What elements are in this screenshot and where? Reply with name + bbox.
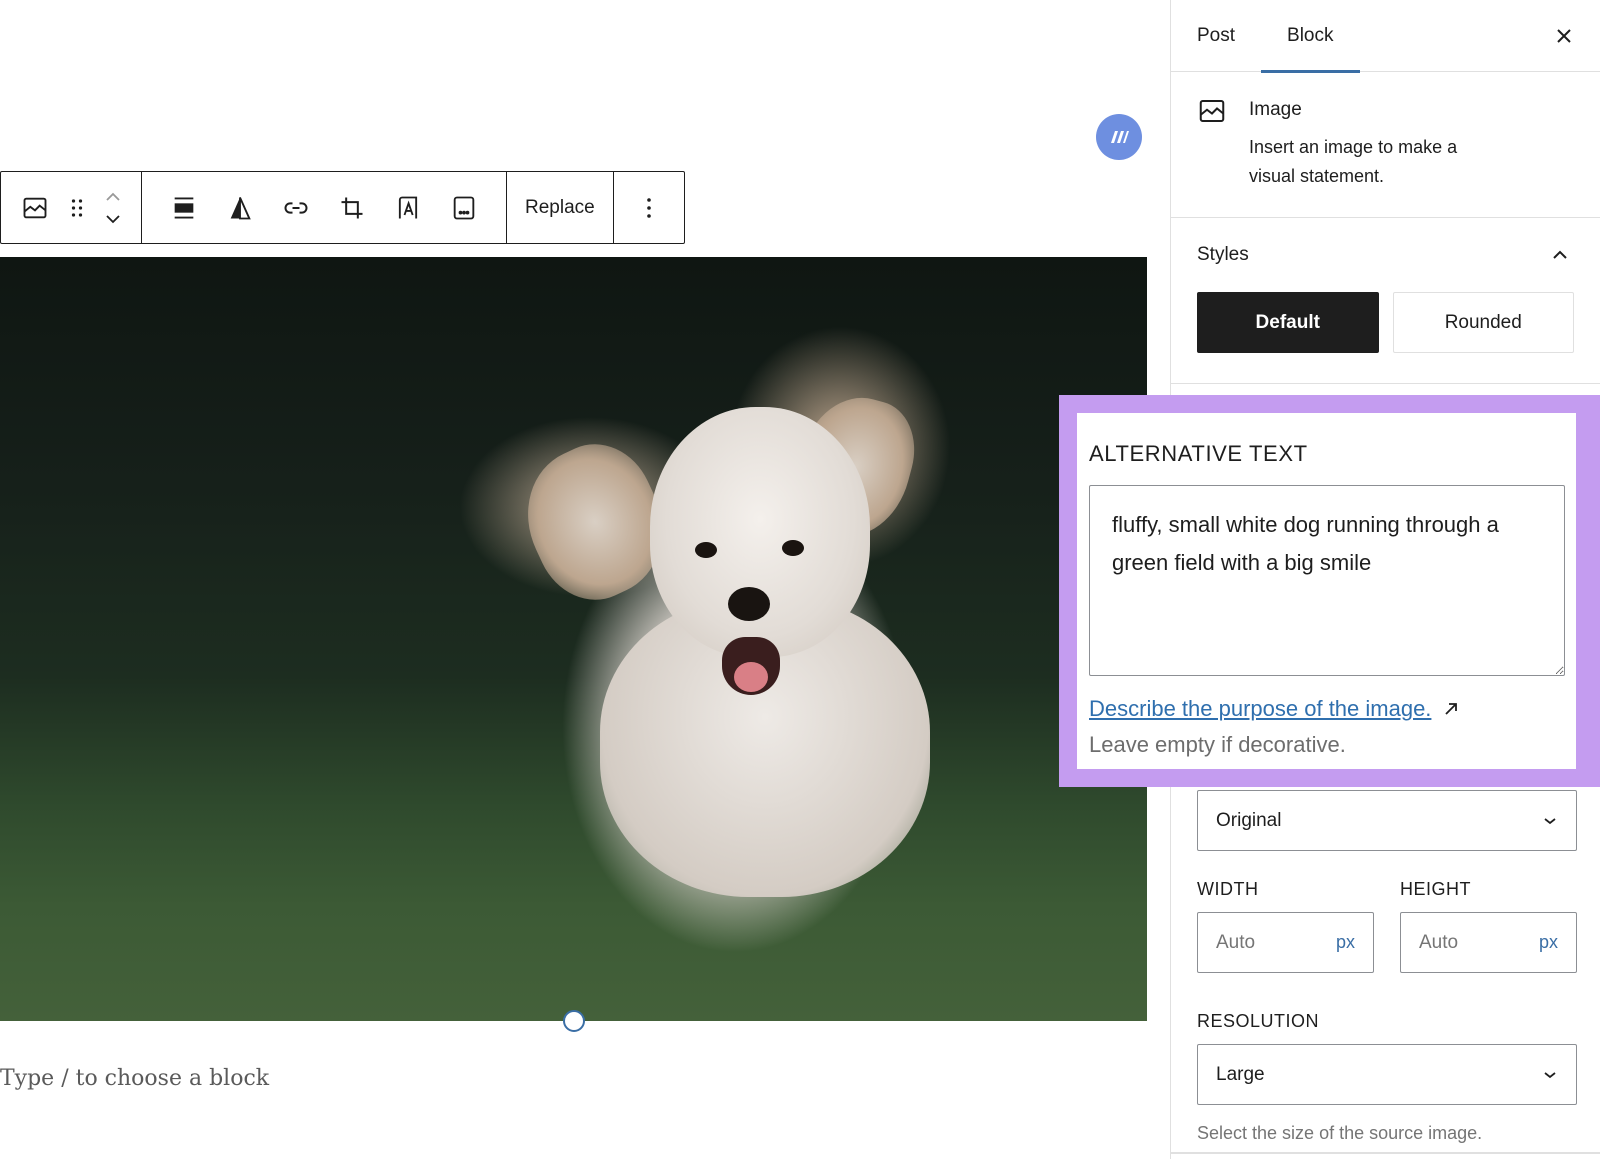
image-settings: Original WIDTH Auto px HEIGHT Auto px RE… <box>1197 790 1577 1144</box>
dog-photo-detail <box>734 662 768 692</box>
align-icon <box>174 197 194 218</box>
move-down-button[interactable] <box>103 208 123 230</box>
toolbar-group-tools <box>142 172 507 243</box>
crop-button[interactable] <box>324 184 380 232</box>
block-appender-placeholder[interactable]: Type / to choose a block <box>0 1066 269 1091</box>
chevron-down-icon <box>106 214 120 223</box>
tab-block[interactable]: Block <box>1261 0 1360 73</box>
styles-panel-title: Styles <box>1197 244 1249 265</box>
width-unit-select[interactable]: px <box>1336 932 1355 953</box>
image-icon <box>23 197 47 218</box>
dimensions: WIDTH Auto px HEIGHT Auto px <box>1197 879 1577 973</box>
chevron-up-icon <box>106 192 120 201</box>
image-block[interactable] <box>0 257 1147 1021</box>
dog-photo-detail <box>695 542 717 558</box>
duotone-icon <box>230 196 251 219</box>
styles-panel: Styles Default Rounded <box>1171 218 1600 384</box>
panel-divider <box>1171 1152 1600 1154</box>
dog-photo-detail <box>728 587 770 621</box>
alt-text-highlight: ALTERNATIVE TEXT fluffy, small white dog… <box>1059 395 1600 787</box>
height-control: HEIGHT Auto px <box>1400 879 1577 973</box>
block-description: Insert an image to make a visual stateme… <box>1249 137 1458 186</box>
width-label: WIDTH <box>1197 879 1259 899</box>
width-control: WIDTH Auto px <box>1197 879 1374 973</box>
drag-handle[interactable] <box>59 184 95 232</box>
height-input[interactable]: Auto px <box>1400 912 1577 973</box>
chevron-up-icon <box>1553 250 1567 259</box>
alt-text-help: Leave empty if decorative. <box>1089 732 1346 757</box>
editor-canvas: Replace Type / to choose a block <box>0 0 1170 1159</box>
alt-text-link-row: Describe the purpose of the image. <box>1089 696 1566 722</box>
height-label: HEIGHT <box>1400 879 1472 899</box>
link-icon <box>284 201 308 214</box>
caption-icon <box>453 196 475 219</box>
block-mover <box>95 180 131 236</box>
alt-text-input[interactable]: fluffy, small white dog running through … <box>1089 485 1565 676</box>
dog-photo-detail <box>782 540 804 556</box>
toolbar-group-replace: Replace <box>507 172 614 243</box>
block-card-icon <box>1197 96 1227 193</box>
drag-handle-icon <box>71 198 83 217</box>
style-options: Default Rounded <box>1197 292 1574 353</box>
height-unit-select[interactable]: px <box>1539 932 1558 953</box>
height-placeholder: Auto <box>1419 931 1459 953</box>
resolution-value: Large <box>1216 1063 1265 1085</box>
style-default-button[interactable]: Default <box>1197 292 1379 353</box>
resolution-help: Select the size of the source image. <box>1197 1123 1483 1143</box>
chevron-down-icon <box>1544 1071 1556 1078</box>
resolution-label: RESOLUTION <box>1197 1011 1320 1031</box>
alt-text-panel: ALTERNATIVE TEXT fluffy, small white dog… <box>1077 413 1576 769</box>
replace-button[interactable]: Replace <box>513 197 607 219</box>
more-vertical-icon <box>646 197 651 218</box>
align-button[interactable] <box>156 184 212 232</box>
sidebar-tabs: Post Block <box>1171 0 1600 73</box>
chevron-down-icon <box>1544 817 1556 824</box>
block-toolbar: Replace <box>0 171 685 244</box>
caption-button[interactable] <box>436 184 492 232</box>
resolution-control: RESOLUTION Large Select the size of the … <box>1197 1011 1577 1144</box>
link-button[interactable] <box>268 184 324 232</box>
grammarly-like-extension-icon[interactable] <box>1096 114 1142 160</box>
close-icon <box>1557 29 1571 43</box>
alt-text-label: ALTERNATIVE TEXT <box>1089 441 1308 466</box>
block-title: Image <box>1249 99 1302 120</box>
dog-photo-detail <box>650 407 870 657</box>
image-resize-handle[interactable] <box>563 1010 585 1032</box>
image-icon <box>1199 100 1225 122</box>
styles-collapse-toggle[interactable] <box>1546 241 1574 269</box>
width-placeholder: Auto <box>1216 931 1256 953</box>
tab-post[interactable]: Post <box>1171 0 1261 71</box>
aspect-ratio-select[interactable]: Original <box>1197 790 1577 851</box>
aspect-ratio-value: Original <box>1216 809 1282 831</box>
toolbar-group-block <box>1 172 142 243</box>
move-up-button[interactable] <box>103 186 123 208</box>
external-link-icon <box>1445 703 1458 715</box>
duotone-button[interactable] <box>212 184 268 232</box>
resolution-select[interactable]: Large <box>1197 1044 1577 1105</box>
describe-purpose-link[interactable]: Describe the purpose of the image. <box>1089 696 1431 722</box>
text-overlay-icon <box>398 196 418 218</box>
text-overlay-button[interactable] <box>380 184 436 232</box>
style-rounded-button[interactable]: Rounded <box>1392 292 1574 353</box>
block-card: Image Insert an image to make a visual s… <box>1171 72 1600 218</box>
block-type-button[interactable] <box>11 184 59 232</box>
width-input[interactable]: Auto px <box>1197 912 1374 973</box>
crop-icon <box>341 197 363 218</box>
more-options-button[interactable] <box>614 172 684 243</box>
styles-panel-header[interactable]: Styles <box>1197 218 1574 292</box>
close-sidebar-button[interactable] <box>1550 22 1578 50</box>
